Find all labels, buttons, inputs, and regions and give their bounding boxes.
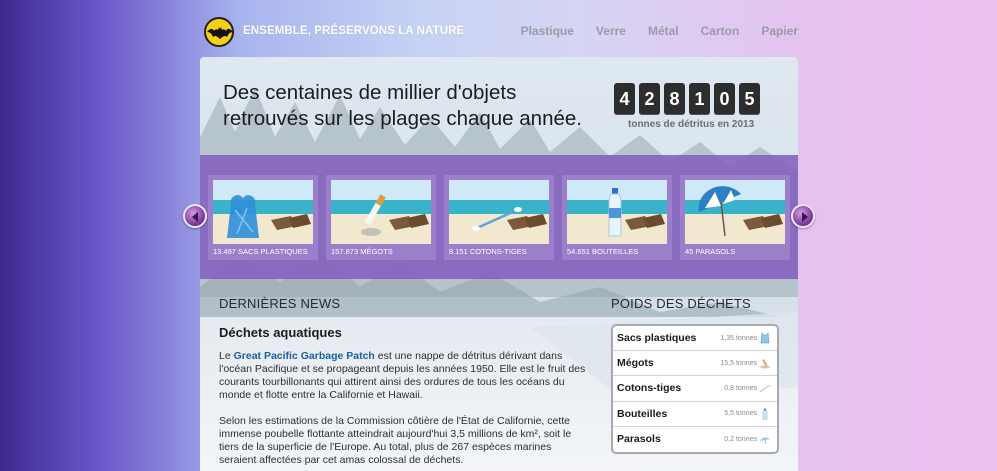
counter-digit: 0 xyxy=(714,83,735,115)
news-section: DERNIÈRES NEWS Déchets aquatiques Le Gre… xyxy=(219,296,589,467)
beach-photo-cigarette xyxy=(331,180,431,244)
nav-item-plastique[interactable]: Plastique xyxy=(521,24,574,38)
weights-row-sacs-plastiques[interactable]: Sacs plastiques 1,35 tonnes xyxy=(613,326,777,352)
carousel: 13.497 SACS PLASTIQUES 157.873 MÉGOTS 8.… xyxy=(200,155,798,279)
weight-value: 5,5 tonnes xyxy=(724,410,757,418)
counter-caption: tonnes de détritus en 2013 xyxy=(628,119,755,130)
garbage-patch-link[interactable]: Great Pacific Garbage Patch xyxy=(234,350,375,362)
para1-prefix: Le xyxy=(219,350,234,362)
carousel-card-cotons-tiges[interactable]: 8.151 COTONS-TIGES xyxy=(444,175,554,260)
tonnage-counter: 4 2 8 1 0 5 xyxy=(614,83,760,115)
article-paragraph-2: Selon les estimations de la Commission c… xyxy=(219,415,572,466)
weight-value: 1,35 tonnes xyxy=(720,334,757,342)
carousel-card-bouteilles[interactable]: 54.651 BOUTEILLES xyxy=(562,175,672,260)
cigarette-icon xyxy=(760,359,770,369)
weight-value: 15,5 tonnes xyxy=(720,359,757,367)
counter-digit: 2 xyxy=(639,83,660,115)
counter-digit: 4 xyxy=(614,83,635,115)
carousel-caption: 45 PARASOLS xyxy=(685,247,736,256)
bat-logo-icon[interactable] xyxy=(204,17,234,47)
weight-name: Bouteilles xyxy=(617,407,668,420)
carousel-caption: 8.151 COTONS-TIGES xyxy=(449,247,527,256)
counter-digit: 1 xyxy=(689,83,710,115)
parasol-icon xyxy=(760,437,770,444)
weight-value: 0,8 tonnes xyxy=(724,384,757,392)
weight-name: Sacs plastiques xyxy=(617,332,697,345)
weights-table: Sacs plastiques 1,35 tonnes Mégots 15,5 … xyxy=(611,324,779,454)
carousel-card-megots[interactable]: 157.873 MÉGOTS xyxy=(326,175,436,260)
article-paragraph-1: Le Great Pacific Garbage Patch est une n… xyxy=(219,350,589,402)
carousel-card-sacs-plastiques[interactable]: 13.497 SACS PLASTIQUES xyxy=(208,175,318,260)
header: ENSEMBLE, PRÉSERVONS LA NATURE Plastique… xyxy=(200,14,798,50)
chevron-right-icon xyxy=(802,212,808,222)
bottle-icon xyxy=(608,188,622,237)
chevron-left-icon xyxy=(192,212,198,222)
nav-item-verre[interactable]: Verre xyxy=(596,24,626,38)
weights-section: POIDS DES DÉCHETS Sacs plastiques 1,35 t… xyxy=(611,296,779,454)
weights-row-megots[interactable]: Mégots 15,5 tonnes xyxy=(613,351,777,377)
beach-photo-plastic-bag xyxy=(213,180,313,244)
main-nav: Plastique Verre Métal Carton Papier xyxy=(499,24,798,38)
news-section-title: DERNIÈRES NEWS xyxy=(219,296,341,311)
hero-line-2: retrouvés sur les plages chaque année. xyxy=(223,107,582,130)
plastic-bag-icon xyxy=(760,332,770,344)
carousel-next-button[interactable] xyxy=(791,204,815,228)
weight-value: 0,2 tonnes xyxy=(724,435,757,443)
counter-digit: 8 xyxy=(664,83,685,115)
carousel-prev-button[interactable] xyxy=(183,204,207,228)
nav-item-papier[interactable]: Papier xyxy=(761,24,798,38)
weights-row-parasols[interactable]: Parasols 0,2 tonnes xyxy=(613,427,777,452)
hero-line-1: Des centaines de millier d'objets xyxy=(223,81,517,104)
bottle-icon xyxy=(762,408,768,420)
cotton-swab-icon xyxy=(759,384,771,393)
nav-item-metal[interactable]: Métal xyxy=(648,24,679,38)
carousel-caption: 54.651 BOUTEILLES xyxy=(567,247,639,256)
beach-photo-parasol xyxy=(685,180,785,244)
article-title[interactable]: Déchets aquatiques xyxy=(219,325,589,340)
carousel-caption: 13.497 SACS PLASTIQUES xyxy=(213,247,308,256)
weight-name: Parasols xyxy=(617,433,661,446)
weights-row-bouteilles[interactable]: Bouteilles 5,5 tonnes xyxy=(613,402,777,427)
counter-digit: 5 xyxy=(739,83,760,115)
weights-section-title: POIDS DES DÉCHETS xyxy=(611,296,751,311)
weights-row-cotons-tiges[interactable]: Cotons-tiges 0,8 tonnes xyxy=(613,376,777,402)
site-title[interactable]: ENSEMBLE, PRÉSERVONS LA NATURE xyxy=(243,25,464,37)
carousel-card-parasols[interactable]: 45 PARASOLS xyxy=(680,175,790,260)
weight-name: Mégots xyxy=(617,357,654,370)
nav-item-carton[interactable]: Carton xyxy=(701,24,740,38)
beach-photo-cotton-swab xyxy=(449,180,549,244)
carousel-caption: 157.873 MÉGOTS xyxy=(331,247,393,256)
hero-headline: Des centaines de millier d'objets retrou… xyxy=(223,80,582,132)
beach-photo-bottle xyxy=(567,180,667,244)
weight-name: Cotons-tiges xyxy=(617,382,682,395)
